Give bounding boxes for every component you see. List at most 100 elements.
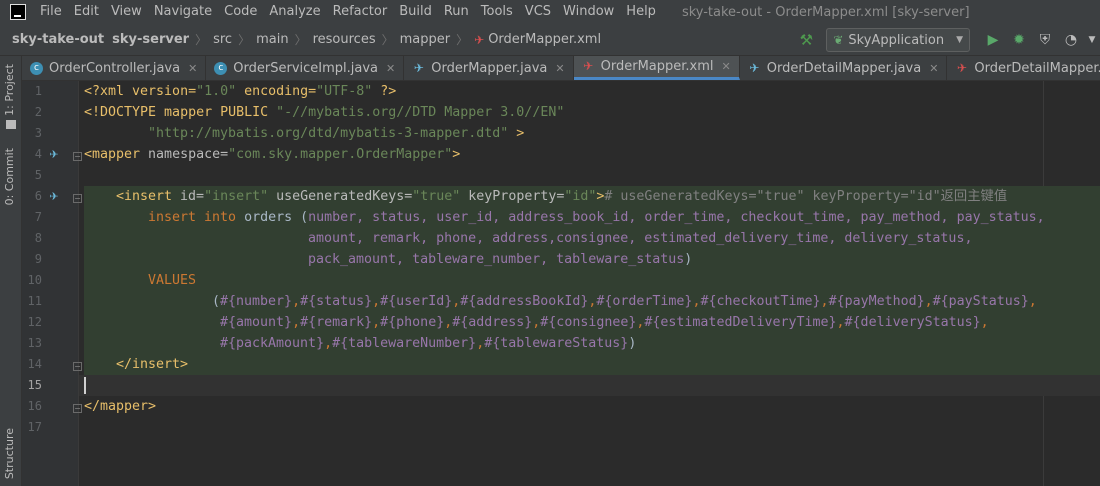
token: namespace= (148, 147, 229, 162)
token: "insert" (204, 189, 269, 204)
tab-order-detail-mapper-java[interactable]: ✈ OrderDetailMapper.java ✕ (740, 56, 948, 80)
menu-window[interactable]: Window (557, 0, 620, 24)
fold-icon[interactable]: − (73, 152, 82, 161)
tab-order-controller[interactable]: c OrderController.java ✕ (22, 56, 207, 80)
token: # useGeneratedKeys="true" keyProperty="i… (604, 189, 1008, 204)
chevron-right-icon: 〉 (456, 33, 469, 47)
run-toolbar: ⚒ ❦ SkyApplication ▼ ▶ ✹ ⛨ ◔ ▼ (798, 24, 1100, 56)
token: insert into (148, 210, 237, 225)
code-line-8: amount, remark, phone, address,consignee… (308, 228, 972, 249)
token: #{payStatus} (932, 294, 1029, 309)
token: , (372, 315, 381, 330)
tab-order-mapper-xml[interactable]: ✈ OrderMapper.xml ✕ (573, 56, 740, 80)
close-icon[interactable]: ✕ (386, 62, 395, 75)
token: ( (212, 294, 221, 309)
run-configuration-select[interactable]: ❦ SkyApplication ▼ (826, 28, 970, 52)
highlight-row (84, 270, 1100, 291)
menu-run[interactable]: Run (438, 0, 475, 24)
menu-code[interactable]: Code (218, 0, 263, 24)
token: #{deliveryStatus} (844, 315, 981, 330)
more-run-options-icon[interactable]: ▼ (1086, 29, 1098, 51)
token: #{consignee} (540, 315, 637, 330)
navigation-bar: sky-take-out sky-server 〉 src 〉 main 〉 r… (0, 24, 1100, 56)
token: VALUES (148, 273, 197, 288)
token: #{number} (220, 294, 293, 309)
menu-navigate[interactable]: Navigate (148, 0, 218, 24)
token: #{userId} (380, 294, 453, 309)
menu-vcs[interactable]: VCS (519, 0, 557, 24)
token: <?xml version= (84, 84, 197, 99)
close-icon[interactable]: ✕ (929, 62, 938, 75)
debug-icon[interactable]: ✹ (1008, 29, 1030, 51)
breadcrumb-main[interactable]: main (252, 32, 292, 47)
token: , (980, 315, 989, 330)
token: orders ( (236, 210, 309, 225)
commit-tool-window-button[interactable]: 0: Commit (3, 148, 16, 205)
menu-tools[interactable]: Tools (475, 0, 519, 24)
token: #{address} (452, 315, 533, 330)
run-configuration-label: SkyApplication (848, 32, 945, 48)
token: > (452, 147, 461, 162)
token: encoding= (236, 84, 317, 99)
token: </mapper> (84, 399, 157, 414)
tab-order-detail-mapper-xml[interactable]: ✈ OrderDetailMapper.xml ✕ (947, 56, 1100, 80)
breadcrumb-mapper[interactable]: mapper (396, 32, 454, 47)
token: number, status, user_id, address_book_id… (308, 210, 1045, 225)
tab-order-service-impl[interactable]: c OrderServiceImpl.java ✕ (206, 56, 405, 80)
chevron-right-icon: 〉 (195, 33, 208, 47)
token: ?> (372, 84, 397, 99)
fold-icon[interactable]: − (73, 404, 82, 413)
breadcrumb-project[interactable]: sky-take-out (8, 32, 108, 47)
folder-icon (6, 120, 16, 129)
token: <insert (116, 189, 181, 204)
xml-file-icon: ✈ (583, 59, 594, 73)
tab-label: OrderController.java (49, 60, 181, 76)
mybatis-navigate-icon[interactable]: ✈ (46, 190, 62, 204)
menu-help[interactable]: Help (620, 0, 662, 24)
line-number: 14 (27, 357, 42, 371)
breadcrumb-module[interactable]: sky-server (108, 32, 193, 47)
token: ) (684, 252, 693, 267)
intellij-logo-icon (10, 4, 26, 20)
token: , (372, 294, 381, 309)
fold-icon[interactable]: − (73, 362, 82, 371)
menu-refactor[interactable]: Refactor (327, 0, 394, 24)
menu-view[interactable]: View (105, 0, 148, 24)
xml-file-icon: ✈ (956, 60, 967, 75)
token: , (324, 336, 333, 351)
project-tool-window-button[interactable]: 1: Project (3, 64, 16, 116)
token: "http://mybatis.org/dtd/mybatis-3-mapper… (148, 126, 509, 141)
close-icon[interactable]: ✕ (188, 62, 197, 75)
chevron-right-icon: 〉 (294, 33, 307, 47)
coverage-icon[interactable]: ⛨ (1034, 29, 1056, 51)
line-number: 11 (27, 294, 42, 308)
menu-edit[interactable]: Edit (68, 0, 105, 24)
line-number: 4 (34, 147, 42, 161)
structure-tool-window-button[interactable]: Structure (3, 428, 16, 479)
breadcrumb-resources[interactable]: resources (309, 32, 380, 47)
close-icon[interactable]: ✕ (722, 60, 731, 73)
tab-label: OrderDetailMapper.xml (974, 60, 1100, 76)
profiler-icon[interactable]: ◔ (1060, 29, 1082, 51)
token: #{amount} (220, 315, 293, 330)
code-line-11: (#{number},#{status},#{userId},#{address… (212, 291, 1037, 312)
mybatis-navigate-icon[interactable]: ✈ (46, 148, 62, 162)
token: "id" (564, 189, 597, 204)
highlight-row (84, 354, 1100, 375)
close-icon[interactable]: ✕ (555, 62, 564, 75)
token: "UTF-8" (316, 84, 373, 99)
chevron-right-icon: 〉 (381, 33, 394, 47)
menu-analyze[interactable]: Analyze (263, 0, 326, 24)
build-hammer-icon[interactable]: ⚒ (798, 32, 814, 48)
fold-icon[interactable]: − (73, 194, 82, 203)
tab-order-mapper-java[interactable]: ✈ OrderMapper.java ✕ (404, 56, 574, 80)
code-line-3: "http://mybatis.org/dtd/mybatis-3-mapper… (148, 123, 524, 144)
token: , (836, 315, 845, 330)
breadcrumb-file-label: OrderMapper.xml (488, 32, 602, 47)
code-line-14: </insert> (116, 354, 188, 375)
menu-build[interactable]: Build (393, 0, 438, 24)
menu-file[interactable]: File (34, 0, 68, 24)
breadcrumb-src[interactable]: src (209, 32, 236, 47)
run-icon[interactable]: ▶ (982, 29, 1004, 51)
breadcrumb-file[interactable]: ✈ OrderMapper.xml (470, 32, 605, 47)
